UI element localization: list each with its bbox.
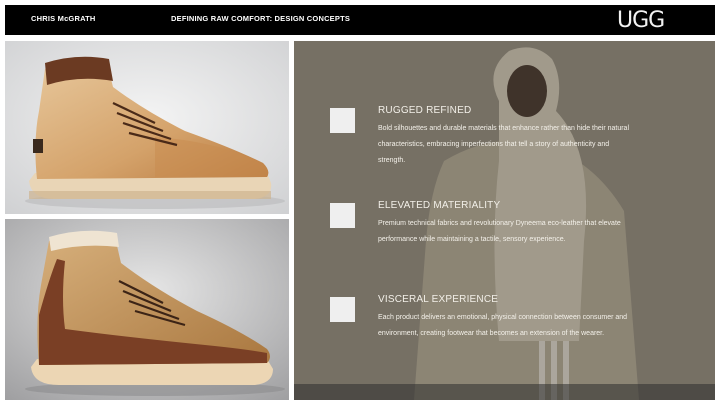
concept-icon-box <box>330 297 355 322</box>
concept-heading: ELEVATED MATERIALITY <box>378 200 501 211</box>
boot-photo-chestnut <box>5 219 289 400</box>
concept-heading: VISCERAL EXPERIENCE <box>378 294 499 305</box>
concept-description: Premium technical fabrics and revolution… <box>378 220 621 243</box>
author-name: CHRIS McGRATH <box>31 14 96 23</box>
header-bar: CHRIS McGRATH DEFINING RAW COMFORT: DESI… <box>5 5 715 35</box>
page-title: DEFINING RAW COMFORT: DESIGN CONCEPTS <box>171 14 351 23</box>
brand-logo: UGG <box>617 8 665 33</box>
concept-panel: RUGGED REFINED Bold silhouettes and dura… <box>294 41 715 400</box>
boot-photo-tan <box>5 41 289 214</box>
concept-icon-box <box>330 108 355 133</box>
concept-description: Bold silhouettes and durable materials t… <box>378 125 629 164</box>
concept-heading: RUGGED REFINED <box>378 105 472 116</box>
concept-description: Each product delivers an emotional, phys… <box>378 314 628 337</box>
panel-footer-strip <box>294 384 715 400</box>
concept-icon-box <box>330 203 355 228</box>
